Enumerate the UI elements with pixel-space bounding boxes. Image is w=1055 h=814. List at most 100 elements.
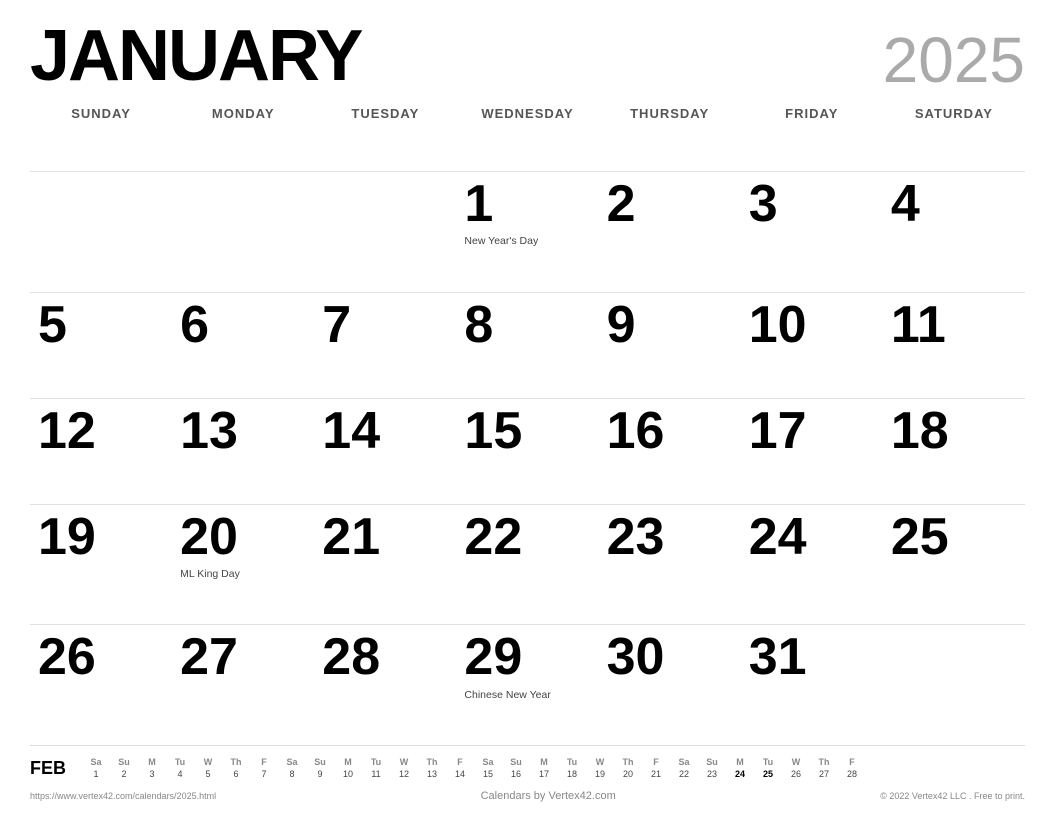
mini-day-header: Su xyxy=(502,756,530,768)
footer-center: Calendars by Vertex42.com xyxy=(481,790,616,802)
mini-day: 25 xyxy=(754,768,782,780)
mini-column: F28 xyxy=(838,756,866,780)
day-number: 28 xyxy=(322,629,448,686)
day-cell: 31 xyxy=(741,624,883,745)
day-number: 23 xyxy=(607,509,733,566)
mini-day-header: Th xyxy=(614,756,642,768)
mini-day: 3 xyxy=(138,768,166,780)
mini-column: Tu18 xyxy=(558,756,586,780)
day-cell: 30 xyxy=(599,624,741,745)
mini-column: Sa1 xyxy=(82,756,110,780)
empty-cell xyxy=(883,624,1025,745)
mini-day: 28 xyxy=(838,768,866,780)
day-cell: 17 xyxy=(741,398,883,504)
mini-day-header: W xyxy=(390,756,418,768)
mini-day-header: Tu xyxy=(754,756,782,768)
mini-column: Sa8 xyxy=(278,756,306,780)
mini-day: 14 xyxy=(446,768,474,780)
mini-day-header: Sa xyxy=(278,756,306,768)
mini-day-header: M xyxy=(726,756,754,768)
calendar-grid: SUNDAYMONDAYTUESDAYWEDNESDAYTHURSDAYFRID… xyxy=(30,100,1025,745)
mini-day-header: Su xyxy=(110,756,138,768)
mini-column: M10 xyxy=(334,756,362,780)
empty-cell xyxy=(314,171,456,292)
mini-grid: Sa1Su2M3Tu4W5Th6F7Sa8Su9M10Tu11W12Th13F1… xyxy=(82,756,1025,780)
day-cell: 29Chinese New Year xyxy=(456,624,598,745)
mini-day: 17 xyxy=(530,768,558,780)
empty-cell xyxy=(172,171,314,292)
day-cell: 20ML King Day xyxy=(172,504,314,625)
mini-day-header: Su xyxy=(306,756,334,768)
day-cell: 10 xyxy=(741,292,883,398)
mini-day: 20 xyxy=(614,768,642,780)
mini-day: 12 xyxy=(390,768,418,780)
day-cell: 2 xyxy=(599,171,741,292)
mini-column: M17 xyxy=(530,756,558,780)
mini-column: W26 xyxy=(782,756,810,780)
mini-column: W19 xyxy=(586,756,614,780)
day-number: 29 xyxy=(464,629,590,686)
mini-day-header: Tu xyxy=(362,756,390,768)
mini-day-header: Su xyxy=(698,756,726,768)
day-cell: 15 xyxy=(456,398,598,504)
day-cell: 3 xyxy=(741,171,883,292)
day-number: 16 xyxy=(607,403,733,460)
day-cell: 14 xyxy=(314,398,456,504)
mini-day: 5 xyxy=(194,768,222,780)
header-row: JANUARY 2025 xyxy=(30,20,1025,92)
day-number: 30 xyxy=(607,629,733,686)
mini-column: M3 xyxy=(138,756,166,780)
mini-column: Th6 xyxy=(222,756,250,780)
mini-day: 26 xyxy=(782,768,810,780)
day-number: 21 xyxy=(322,509,448,566)
mini-day: 22 xyxy=(670,768,698,780)
day-cell: 9 xyxy=(599,292,741,398)
day-header: TUESDAY xyxy=(314,100,456,171)
day-number: 1 xyxy=(464,176,590,233)
day-number: 5 xyxy=(38,297,164,354)
mini-day-header: M xyxy=(334,756,362,768)
day-cell: 12 xyxy=(30,398,172,504)
day-cell: 11 xyxy=(883,292,1025,398)
mini-day: 24 xyxy=(726,768,754,780)
day-number: 31 xyxy=(749,629,875,686)
mini-day-header: Th xyxy=(222,756,250,768)
mini-day: 15 xyxy=(474,768,502,780)
mini-day: 2 xyxy=(110,768,138,780)
day-cell: 4 xyxy=(883,171,1025,292)
mini-column: F14 xyxy=(446,756,474,780)
day-number: 10 xyxy=(749,297,875,354)
day-number: 4 xyxy=(891,176,1017,233)
mini-day: 10 xyxy=(334,768,362,780)
day-header: FRIDAY xyxy=(741,100,883,171)
day-cell: 21 xyxy=(314,504,456,625)
month-title: JANUARY xyxy=(30,20,361,92)
mini-month-label: FEB xyxy=(30,758,74,779)
mini-column: Su2 xyxy=(110,756,138,780)
mini-day-header: F xyxy=(446,756,474,768)
day-cell: 1 New Year's Day xyxy=(456,171,598,292)
day-number: 24 xyxy=(749,509,875,566)
mini-day: 18 xyxy=(558,768,586,780)
day-cell: 22 xyxy=(456,504,598,625)
day-number: 11 xyxy=(891,297,1017,354)
mini-day: 19 xyxy=(586,768,614,780)
mini-day: 21 xyxy=(642,768,670,780)
day-header: SUNDAY xyxy=(30,100,172,171)
mini-day: 1 xyxy=(82,768,110,780)
day-cell: 6 xyxy=(172,292,314,398)
day-cell: 19 xyxy=(30,504,172,625)
day-number: 12 xyxy=(38,403,164,460)
day-number: 13 xyxy=(180,403,306,460)
mini-column: Sa22 xyxy=(670,756,698,780)
day-number: 6 xyxy=(180,297,306,354)
mini-day-header: F xyxy=(250,756,278,768)
holiday-label: New Year's Day xyxy=(464,235,590,248)
mini-column: F21 xyxy=(642,756,670,780)
day-number: 14 xyxy=(322,403,448,460)
day-number: 9 xyxy=(607,297,733,354)
day-number: 15 xyxy=(464,403,590,460)
day-number: 19 xyxy=(38,509,164,566)
day-number: 20 xyxy=(180,509,306,566)
mini-day: 8 xyxy=(278,768,306,780)
